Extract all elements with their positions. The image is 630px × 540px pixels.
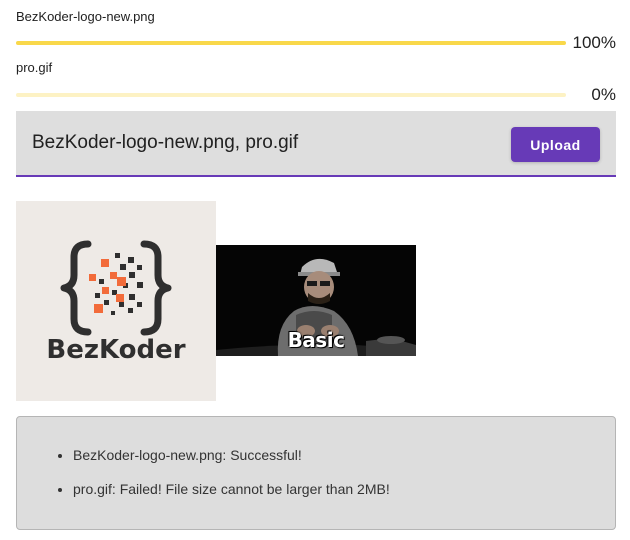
upload-progress-bar <box>16 41 566 45</box>
image-preview-gif: Basic <box>216 245 416 356</box>
logo-wordmark: BezKoder <box>46 335 185 365</box>
image-preview-logo: BezKoder <box>16 201 216 401</box>
upload-file-name: BezKoder-logo-new.png <box>16 9 155 24</box>
upload-messages-list: BezKoder-logo-new.png: Successful! pro.g… <box>73 447 390 515</box>
file-select-bar[interactable]: BezKoder-logo-new.png, pro.gif Upload <box>16 111 616 177</box>
message-item: pro.gif: Failed! File size cannot be lar… <box>73 481 390 498</box>
gif-caption-text: Basic <box>287 328 345 352</box>
upload-file-name: pro.gif <box>16 60 53 75</box>
upload-progress-percent: 100% <box>572 33 616 52</box>
upload-progress-fill <box>16 41 566 45</box>
selected-files-label[interactable]: BezKoder-logo-new.png, pro.gif <box>32 132 298 154</box>
upload-button[interactable]: Upload <box>511 127 600 162</box>
bezkoder-logo-icon: BezKoder <box>46 240 186 365</box>
upload-progress-percent: 0% <box>591 85 616 104</box>
message-item: BezKoder-logo-new.png: Successful! <box>73 447 390 464</box>
upload-progress-bar <box>16 93 566 97</box>
upload-messages-panel: BezKoder-logo-new.png: Successful! pro.g… <box>16 416 616 530</box>
